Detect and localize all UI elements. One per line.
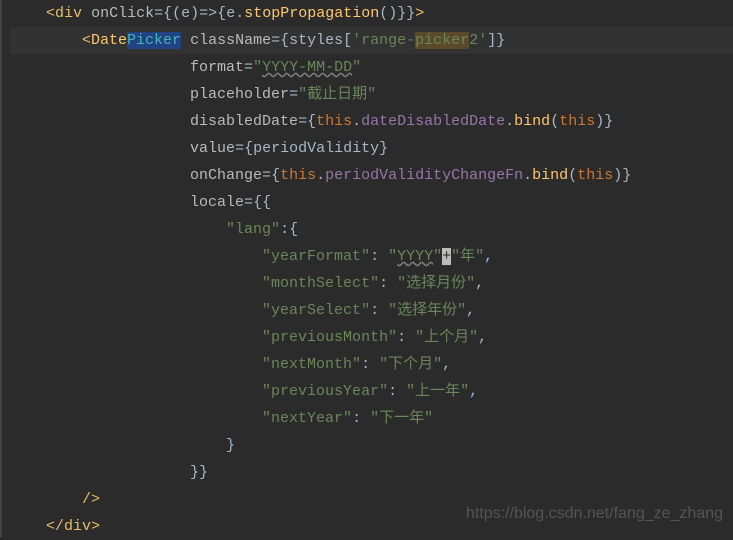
- watermark-text: https://blog.csdn.net/fang_ze_zhang: [466, 500, 723, 527]
- code-line: "previousYear": "上一年",: [10, 378, 733, 405]
- code-line-active: <DatePicker className={styles['range-pic…: [10, 27, 733, 54]
- code-line: format="YYYY-MM-DD": [10, 54, 733, 81]
- code-line: "previousMonth": "上个月",: [10, 324, 733, 351]
- code-line: }: [10, 432, 733, 459]
- code-line: <div onClick={(e)=>{e.stopPropagation()}…: [10, 0, 733, 27]
- code-line: "nextMonth": "下个月",: [10, 351, 733, 378]
- code-line: "yearSelect": "选择年份",: [10, 297, 733, 324]
- code-line: "nextYear": "下一年": [10, 405, 733, 432]
- code-editor[interactable]: <div onClick={(e)=>{e.stopPropagation()}…: [0, 0, 733, 537]
- code-line: placeholder="截止日期": [10, 81, 733, 108]
- text-cursor: +: [442, 248, 451, 265]
- code-line: }}: [10, 459, 733, 486]
- code-line: "yearFormat": "YYYY"+"年",: [10, 243, 733, 270]
- code-line: locale={{: [10, 189, 733, 216]
- code-line: value={periodValidity}: [10, 135, 733, 162]
- code-line: "monthSelect": "选择月份",: [10, 270, 733, 297]
- code-line: onChange={this.periodValidityChangeFn.bi…: [10, 162, 733, 189]
- code-line: "lang":{: [10, 216, 733, 243]
- code-line: disabledDate={this.dateDisabledDate.bind…: [10, 108, 733, 135]
